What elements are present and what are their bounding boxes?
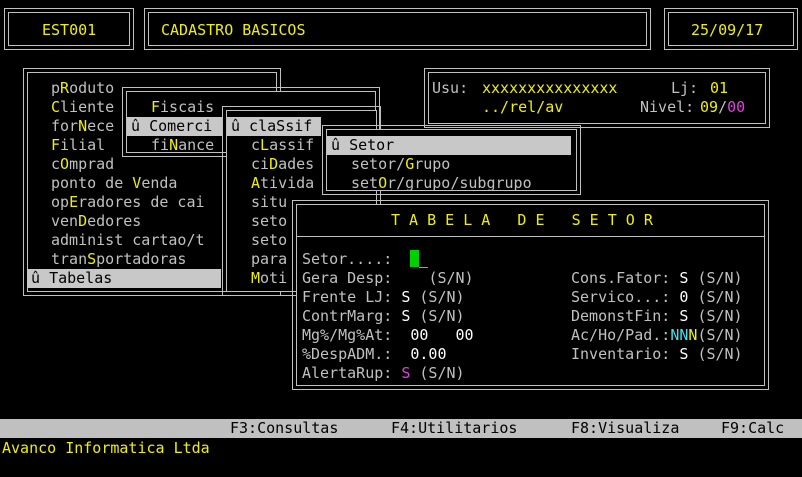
main-menu-item[interactable]: administ cartao/t <box>27 231 221 250</box>
comercial-menu-item[interactable]: û claSsif <box>227 117 321 136</box>
f8-visualiza-key[interactable]: F8:Visualiza <box>571 419 679 438</box>
store-value: 01 <box>710 79 729 97</box>
setor-row: Setor....: <box>302 250 392 269</box>
gera-desp-field[interactable]: Gera Desp: (S/N) <box>302 269 474 288</box>
program-code: EST001 <box>42 21 97 39</box>
demonstfin-field[interactable]: DemonstFin: S (S/N) <box>571 307 743 326</box>
tabelas-menu-items: Fiscais û Comerci fiNance <box>127 98 223 155</box>
cursor <box>410 250 419 267</box>
main-menu-item[interactable]: ponto de Venda <box>27 174 221 193</box>
store-label: Lj: <box>671 79 699 97</box>
inventario-field[interactable]: Inventario: S (S/N) <box>571 345 743 364</box>
form-title: T A B E L A D E S E T O R <box>391 211 653 229</box>
servico-field[interactable]: Servico...: 0 (S/N) <box>571 288 743 307</box>
contrmarg-field[interactable]: ContrMarg: S (S/N) <box>302 307 465 326</box>
main-menu-item[interactable]: cOmprad <box>27 155 221 174</box>
classif-menu-items: û Setor setor/Grupo setOr/grupo/subgrupo <box>327 136 571 193</box>
alertarup-field[interactable]: AlertaRup: S (S/N) <box>302 364 465 383</box>
frente-lj-field[interactable]: Frente LJ: S (S/N) <box>302 288 465 307</box>
cons-fator-field[interactable]: Cons.Fator: S (S/N) <box>571 269 743 288</box>
user-value: xxxxxxxxxxxxxxx <box>482 79 618 97</box>
classif-menu-item[interactable]: setOr/grupo/subgrupo <box>327 174 571 193</box>
level-value: 09/00 <box>700 98 746 116</box>
main-menu-item[interactable]: opEradores de cai <box>27 193 221 212</box>
main-menu-item[interactable]: û Tabelas <box>27 269 221 288</box>
comercial-menu-item[interactable]: cLassif <box>227 136 321 155</box>
user-label: Usu: <box>432 79 469 97</box>
classif-menu-item[interactable]: û Setor <box>327 136 571 155</box>
setor-input[interactable]: _ <box>410 250 428 269</box>
screen-title: CADASTRO BASICOS <box>161 21 306 39</box>
setor-label: Setor....: <box>302 250 393 268</box>
path: ../rel/av <box>482 98 564 116</box>
tabelas-menu-item[interactable]: û Comerci <box>127 117 223 136</box>
function-key-bar: F3:Consultas F4:Utilitarios F8:Visualiza… <box>0 419 802 438</box>
company-name: Avanco Informatica Ltda <box>2 439 210 457</box>
main-menu-item[interactable]: tranSportadoras <box>27 250 221 269</box>
mg-field[interactable]: Mg%/Mg%At: 00 00 <box>302 326 474 345</box>
comercial-menu-item[interactable]: Ativida <box>227 174 321 193</box>
f9-calc-key[interactable]: F9:Calc <box>721 419 784 438</box>
f4-utilitarios-key[interactable]: F4:Utilitarios <box>391 419 517 438</box>
despadm-field[interactable]: %DespADM.: 0.00 <box>302 345 447 364</box>
comercial-menu-item[interactable]: ciDades <box>227 155 321 174</box>
tabelas-menu-item[interactable]: Fiscais <box>127 98 223 117</box>
level-label: Nivel: <box>640 98 695 116</box>
tabelas-menu-item[interactable]: fiNance <box>127 136 223 155</box>
f3-consultas-key[interactable]: F3:Consultas <box>230 419 338 438</box>
main-menu-item[interactable]: venDedores <box>27 212 221 231</box>
form-title-divider <box>296 236 765 237</box>
acho-field[interactable]: Ac/Ho/Pad.:NNN(S/N) <box>571 326 743 345</box>
classif-menu-item[interactable]: setor/Grupo <box>327 155 571 174</box>
date: 25/09/17 <box>691 21 764 39</box>
